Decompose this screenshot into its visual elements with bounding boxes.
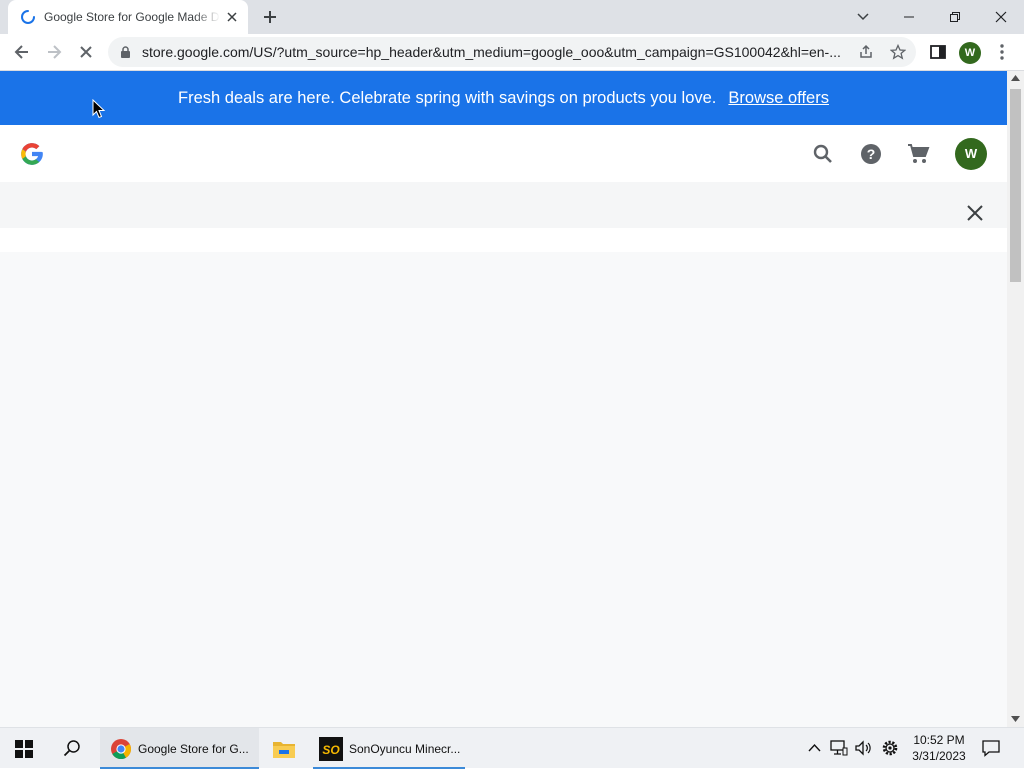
page-viewport: Fresh deals are here. Celebrate spring w… [0, 71, 1007, 727]
browse-offers-link[interactable]: Browse offers [728, 89, 829, 108]
volume-icon[interactable] [854, 739, 872, 757]
promo-text: Fresh deals are here. Celebrate spring w… [178, 88, 717, 107]
promo-banner: Fresh deals are here. Celebrate spring w… [0, 71, 1007, 125]
share-icon[interactable] [858, 44, 874, 60]
forward-arrow-icon[interactable] [44, 42, 64, 62]
chevron-up-icon[interactable] [808, 743, 821, 752]
svg-text:?: ? [867, 146, 876, 162]
page-scrollbar[interactable] [1007, 71, 1024, 727]
clock-date: 3/31/2023 [912, 749, 966, 763]
close-window-button[interactable] [978, 0, 1024, 34]
taskbar-app-file-explorer[interactable] [266, 728, 304, 769]
cart-icon[interactable] [906, 142, 930, 166]
notice-bar [0, 182, 1007, 228]
bookmark-star-icon[interactable] [890, 44, 906, 60]
close-icon [995, 11, 1007, 23]
scroll-up-icon[interactable] [1011, 75, 1020, 81]
loading-spinner-icon [21, 10, 35, 24]
scroll-down-icon[interactable] [1011, 716, 1020, 722]
notification-icon[interactable] [982, 739, 1000, 757]
search-icon[interactable] [811, 142, 835, 166]
taskbar-app-label: SonOyuncu Minecr... [349, 741, 461, 756]
address-bar[interactable]: store.google.com/US/?utm_source=hp_heade… [108, 37, 916, 67]
tab-strip: Google Store for Google Made D [0, 0, 1024, 34]
taskbar: Google Store for G... SO SonOyuncu Minec… [0, 727, 1024, 769]
close-icon[interactable] [964, 202, 986, 224]
scrollbar-thumb[interactable] [1010, 89, 1021, 282]
account-avatar[interactable]: W [955, 138, 987, 170]
profile-avatar[interactable]: W [959, 42, 981, 64]
clock-time: 10:52 PM [913, 733, 965, 747]
page-content-area [0, 252, 1007, 727]
file-explorer-icon [273, 741, 295, 758]
stop-loading-icon[interactable] [76, 42, 96, 62]
minimize-icon [904, 16, 914, 18]
tab-search-button[interactable] [840, 0, 886, 34]
more-menu-icon[interactable] [992, 42, 1012, 62]
new-tab-icon[interactable] [260, 7, 280, 27]
side-panel-icon[interactable] [928, 42, 948, 62]
chevron-down-icon [857, 13, 869, 21]
back-arrow-icon[interactable] [12, 42, 32, 62]
google-logo-icon[interactable] [19, 141, 45, 167]
taskbar-app-label: Google Store for G... [138, 741, 249, 756]
store-header: ? W [0, 125, 1007, 182]
tab-title: Google Store for Google Made D [44, 10, 220, 24]
browser-toolbar: store.google.com/US/?utm_source=hp_heade… [0, 34, 1024, 71]
mouse-cursor-icon [92, 99, 106, 119]
svg-text:SO: SO [322, 743, 340, 757]
sonoyuncu-icon: SO [319, 736, 343, 761]
taskbar-app-chrome[interactable]: Google Store for G... [100, 728, 259, 769]
browser-tab[interactable]: Google Store for Google Made D [8, 0, 248, 34]
url-text: store.google.com/US/?utm_source=hp_heade… [142, 44, 841, 60]
windows-start-icon[interactable] [15, 740, 33, 758]
system-clock[interactable]: 10:52 PM 3/31/2023 [905, 732, 973, 764]
content-spacer [0, 228, 1007, 252]
tab-close-icon[interactable] [224, 9, 240, 25]
chrome-icon [111, 738, 132, 759]
minimize-button[interactable] [886, 0, 932, 34]
lock-icon[interactable] [120, 46, 131, 59]
gear-icon[interactable] [881, 739, 899, 757]
restore-button[interactable] [932, 0, 978, 34]
search-icon[interactable] [63, 739, 81, 757]
network-icon[interactable] [830, 739, 848, 757]
restore-icon [950, 12, 960, 22]
help-icon[interactable]: ? [859, 142, 883, 166]
taskbar-app-sonoyuncu[interactable]: SO SonOyuncu Minecr... [313, 728, 465, 769]
